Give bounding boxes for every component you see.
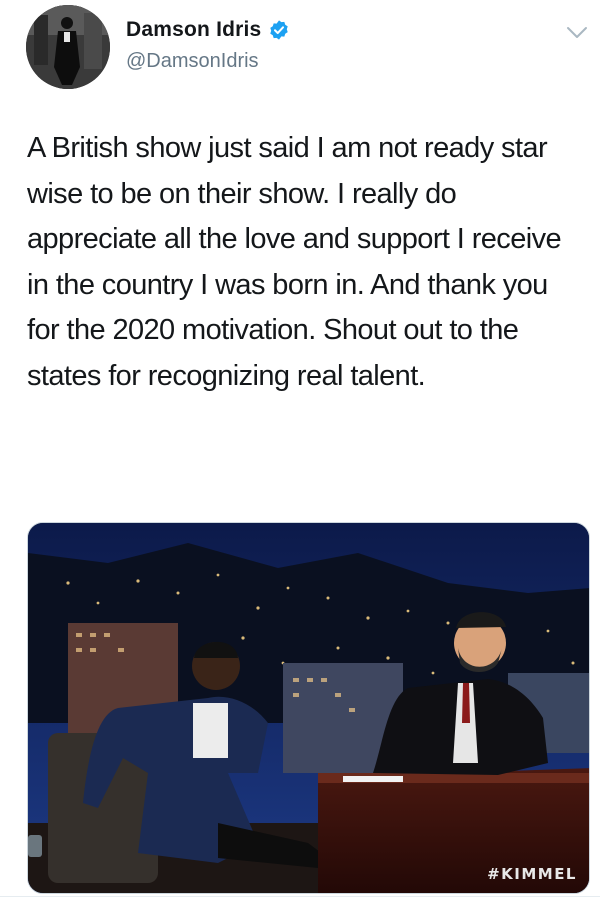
display-name[interactable]: Damson Idris	[126, 18, 261, 42]
tweet-text: A British show just said I am not ready …	[27, 132, 562, 392]
tweet-media-photo[interactable]: #KIMMEL	[27, 522, 590, 894]
user-handle[interactable]: @DamsonIdris	[126, 50, 259, 73]
avatar[interactable]	[26, 5, 110, 89]
kimmel-watermark: #KIMMEL	[487, 865, 577, 883]
name-row: Damson Idris	[126, 18, 290, 42]
verified-badge-icon	[270, 20, 289, 40]
chevron-down-icon[interactable]	[566, 26, 588, 40]
tweet-header: Damson Idris @DamsonIdris	[0, 0, 600, 110]
divider	[0, 896, 600, 897]
avatar-image	[26, 5, 110, 89]
kimmel-show-photo	[28, 523, 589, 893]
